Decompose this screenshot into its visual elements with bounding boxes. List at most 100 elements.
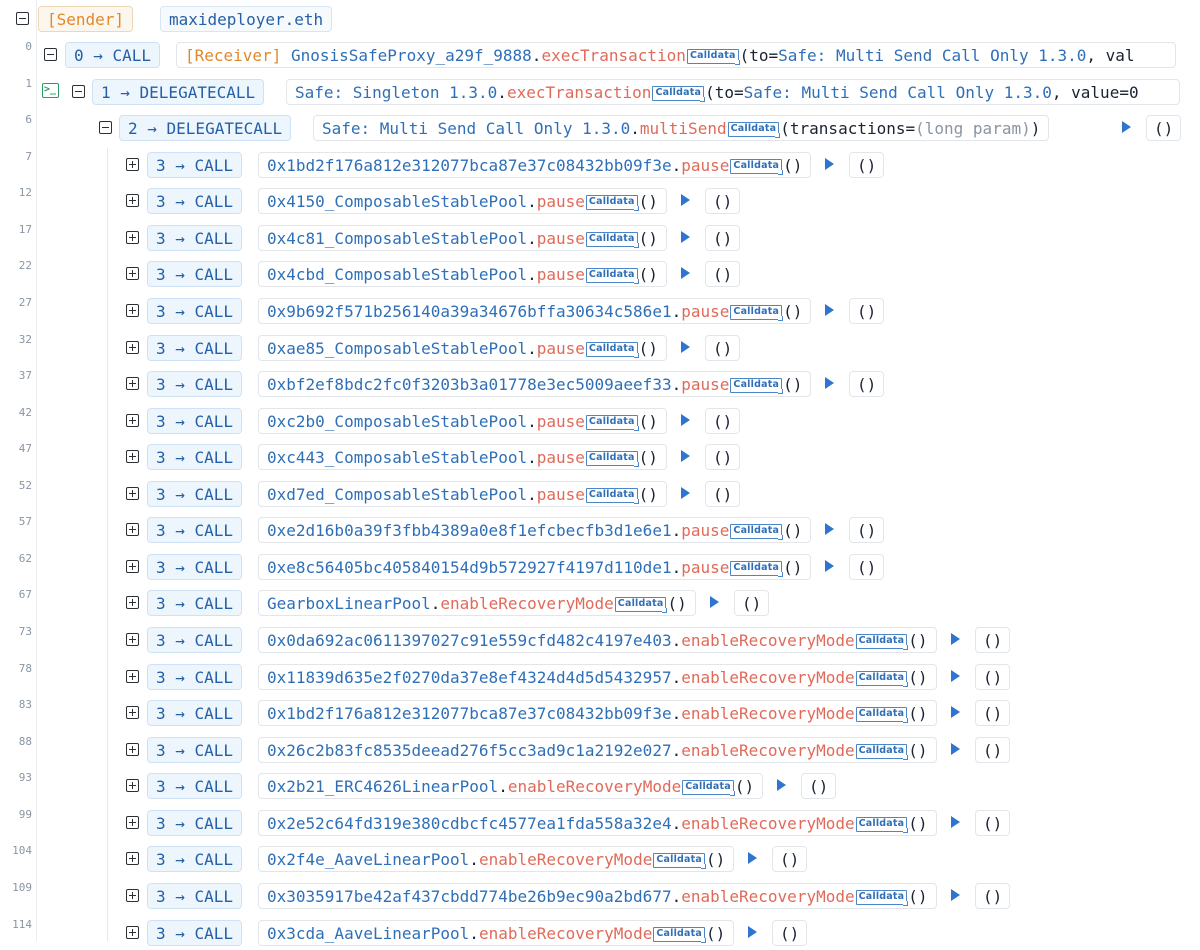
call-type-badge[interactable]: 3 → CALL [147, 371, 243, 397]
call-type-badge[interactable]: 3 → CALL [147, 627, 243, 653]
expand-icon[interactable] [126, 523, 139, 536]
expand-icon[interactable] [126, 926, 139, 939]
return-value[interactable]: () [705, 481, 741, 507]
calldata-icon[interactable]: Calldata [653, 927, 706, 943]
expand-return-icon[interactable] [951, 889, 960, 901]
calldata-icon[interactable]: Calldata [652, 86, 705, 102]
expand-icon[interactable] [126, 596, 139, 609]
calldata-icon[interactable]: Calldata [855, 817, 908, 833]
expand-return-icon[interactable] [777, 779, 786, 791]
expand-return-icon[interactable] [681, 450, 690, 462]
expand-return-icon[interactable] [825, 377, 834, 389]
sender-address-link[interactable]: maxideployer.eth [160, 6, 333, 32]
contract-link[interactable]: 0x1bd2f176a812e312077bca87e37c08432bb09f… [267, 156, 672, 175]
expand-icon[interactable] [126, 889, 139, 902]
expand-icon[interactable] [126, 267, 139, 280]
contract-link[interactable]: 0xd7ed_ComposableStablePool [267, 485, 527, 504]
expand-return-icon[interactable] [748, 926, 757, 938]
return-value[interactable]: () [801, 773, 837, 799]
contract-link[interactable]: 0x4c81_ComposableStablePool [267, 229, 527, 248]
collapse-icon[interactable] [16, 12, 29, 25]
call-type-badge[interactable]: 0 → CALL [65, 42, 161, 68]
call-type-badge[interactable]: 3 → CALL [147, 444, 243, 470]
contract-link[interactable]: Safe: Singleton 1.3.0 [295, 83, 497, 102]
calldata-icon[interactable]: Calldata [585, 451, 639, 467]
contract-link[interactable]: 0x4cbd_ComposableStablePool [267, 265, 527, 284]
call-type-badge[interactable]: 3 → CALL [147, 298, 243, 324]
expand-return-icon[interactable] [710, 596, 719, 608]
contract-link[interactable]: 0x2e52c64fd319e380cdbcfc4577ea1fda558a32… [267, 814, 672, 833]
contract-link[interactable]: 0x9b692f571b256140a39a34676bffa30634c586… [267, 302, 672, 321]
calldata-icon[interactable]: Calldata [585, 232, 639, 248]
contract-link[interactable]: Safe: Multi Send Call Only 1.3.0 [322, 119, 630, 138]
return-value[interactable]: () [849, 298, 885, 324]
expand-return-icon[interactable] [681, 341, 690, 353]
contract-link[interactable]: 0x3035917be42af437cbdd774be26b9ec90a2bd6… [267, 887, 672, 906]
contract-link[interactable]: 0xe2d16b0a39f3fbb4389a0e8f1efcbecfb3d1e6… [267, 521, 672, 540]
expand-return-icon[interactable] [681, 231, 690, 243]
call-type-badge[interactable]: 3 → CALL [147, 700, 243, 726]
return-value[interactable]: () [975, 627, 1011, 653]
return-value[interactable]: () [772, 846, 808, 872]
contract-link[interactable]: 0xbf2ef8bdc2fc0f3203b3a01778e3ec5009aeef… [267, 375, 672, 394]
calldata-icon[interactable]: Calldata [730, 159, 783, 175]
expand-icon[interactable] [126, 706, 139, 719]
expand-return-icon[interactable] [681, 487, 690, 499]
contract-link[interactable]: GearboxLinearPool [267, 594, 431, 613]
calldata-icon[interactable]: Calldata [855, 744, 908, 760]
return-value[interactable]: () [734, 590, 770, 616]
contract-link[interactable]: 0x0da692ac0611397027c91e559cfd482c4197e4… [267, 631, 672, 650]
expand-icon[interactable] [126, 341, 139, 354]
return-value[interactable]: () [1146, 115, 1182, 141]
expand-return-icon[interactable] [825, 158, 834, 170]
expand-return-icon[interactable] [825, 304, 834, 316]
return-value[interactable]: () [849, 371, 885, 397]
contract-link[interactable]: 0x2b21_ERC4626LinearPool [267, 777, 498, 796]
return-value[interactable]: () [849, 554, 885, 580]
calldata-icon[interactable]: Calldata [855, 707, 908, 723]
long-param-link[interactable]: (long param) [915, 119, 1031, 138]
return-value[interactable]: () [705, 408, 741, 434]
calldata-icon[interactable]: Calldata [730, 561, 783, 577]
return-value[interactable]: () [705, 261, 741, 287]
calldata-icon[interactable]: Calldata [682, 780, 735, 796]
calldata-icon[interactable]: Calldata [730, 378, 783, 394]
contract-link[interactable]: 0x26c2b83fc8535deead276f5cc3ad9c1a2192e0… [267, 741, 672, 760]
expand-return-icon[interactable] [681, 267, 690, 279]
contract-link[interactable]: 0x11839d635e2f0270da37e8ef4324d4d5d54329… [267, 668, 672, 687]
calldata-icon[interactable]: Calldata [727, 122, 780, 138]
collapse-icon[interactable] [99, 121, 112, 134]
expand-return-icon[interactable] [951, 633, 960, 645]
call-type-badge[interactable]: 3 → CALL [147, 225, 243, 251]
call-type-badge[interactable]: 3 → CALL [147, 554, 243, 580]
calldata-icon[interactable]: Calldata [686, 49, 740, 65]
expand-icon[interactable] [126, 450, 139, 463]
expand-icon[interactable] [126, 670, 139, 683]
expand-return-icon[interactable] [1122, 121, 1131, 133]
call-type-badge[interactable]: 3 → CALL [147, 590, 243, 616]
expand-return-icon[interactable] [951, 670, 960, 682]
contract-link[interactable]: 0xc2b0_ComposableStablePool [267, 412, 527, 431]
call-type-badge[interactable]: 3 → CALL [147, 481, 243, 507]
call-type-badge[interactable]: 3 → CALL [147, 408, 243, 434]
expand-return-icon[interactable] [748, 852, 757, 864]
expand-icon[interactable] [126, 304, 139, 317]
calldata-icon[interactable]: Calldata [585, 415, 639, 431]
call-type-badge[interactable]: 3 → CALL [147, 152, 243, 178]
contract-link[interactable]: 0x2f4e_AaveLinearPool [267, 850, 469, 869]
return-value[interactable]: () [705, 444, 741, 470]
param-link[interactable]: Safe: Multi Send Call Only 1.3.0 [778, 46, 1086, 65]
contract-link[interactable]: GnosisSafeProxy_a29f_9888 [291, 46, 532, 65]
expand-return-icon[interactable] [951, 706, 960, 718]
call-type-badge[interactable]: 3 → CALL [147, 664, 243, 690]
expand-icon[interactable] [126, 816, 139, 829]
return-value[interactable]: () [975, 664, 1011, 690]
return-value[interactable]: () [975, 737, 1011, 763]
calldata-icon[interactable]: Calldata [855, 890, 908, 906]
contract-link[interactable]: 0xe8c56405bc405840154d9b572927f4197d110d… [267, 558, 672, 577]
expand-return-icon[interactable] [951, 816, 960, 828]
calldata-icon[interactable]: Calldata [730, 305, 783, 321]
expand-return-icon[interactable] [681, 414, 690, 426]
return-value[interactable]: () [975, 883, 1011, 909]
call-type-badge[interactable]: 3 → CALL [147, 737, 243, 763]
